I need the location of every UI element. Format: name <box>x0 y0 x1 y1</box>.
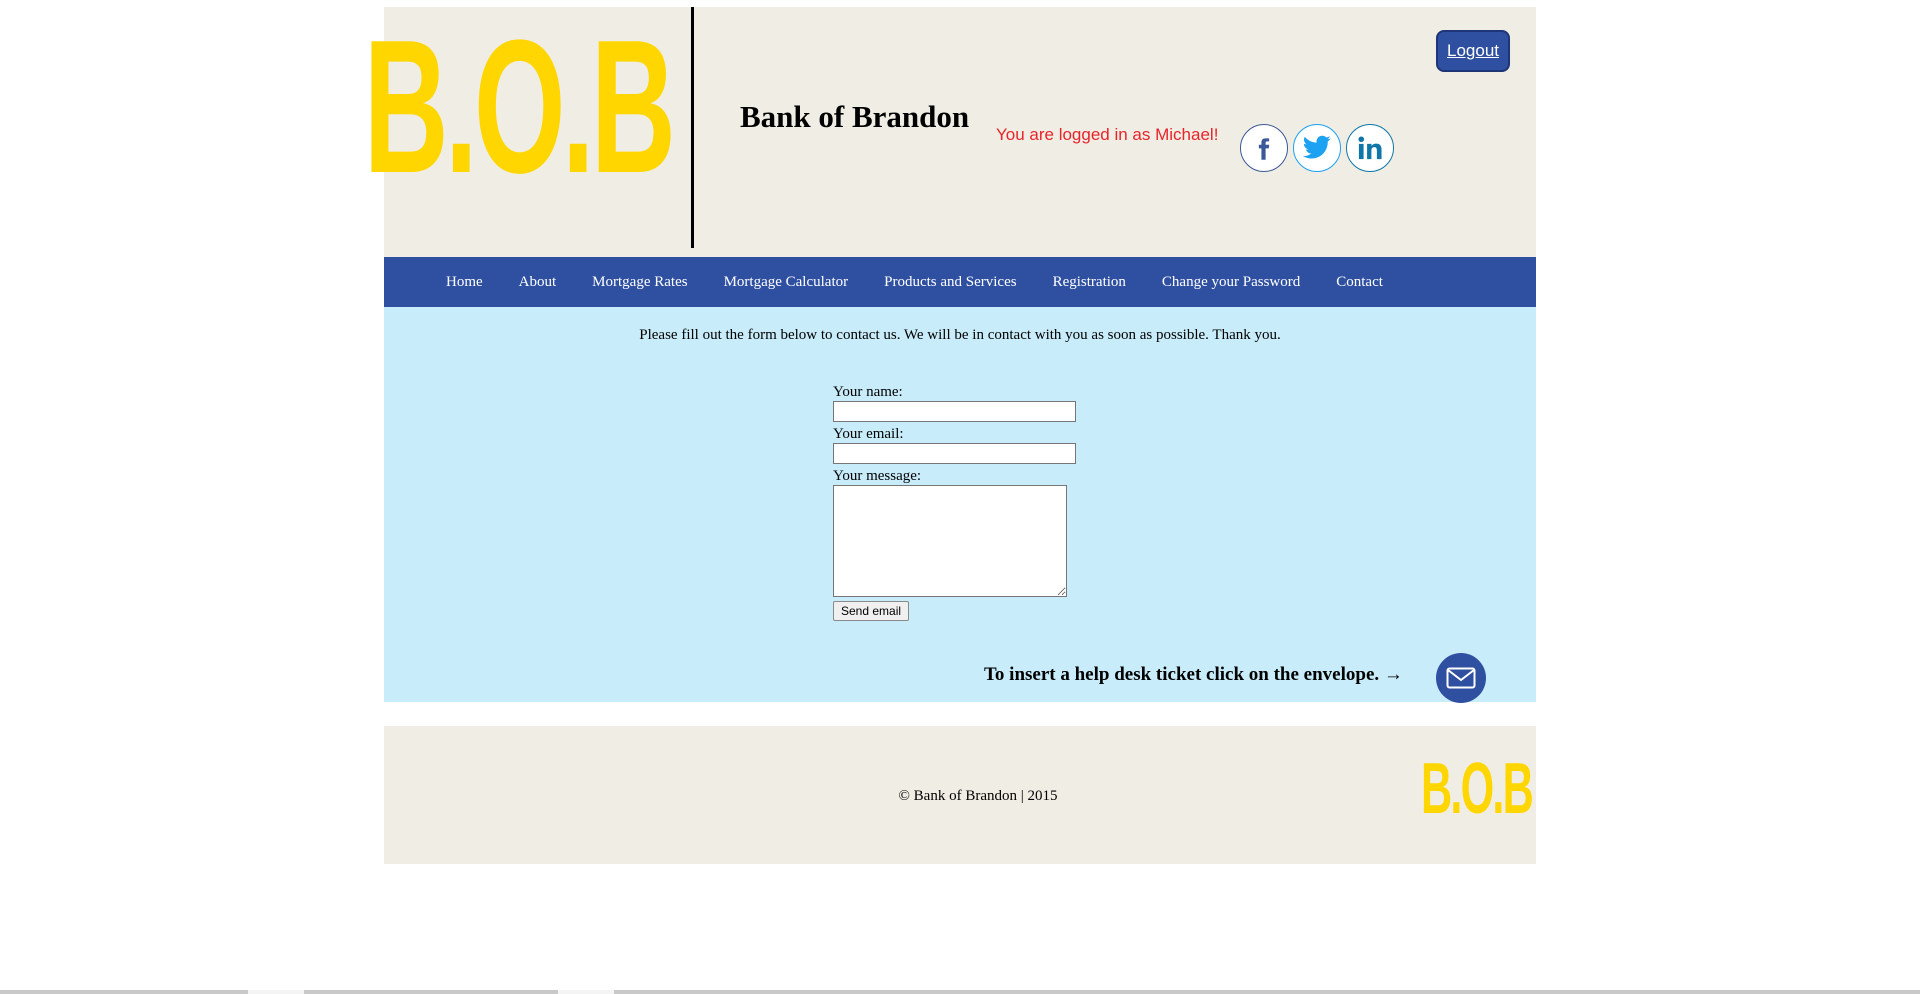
twitter-icon[interactable] <box>1293 124 1341 172</box>
page-container: B.O.B Bank of Brandon You are logged in … <box>364 7 1536 864</box>
nav-item-home[interactable]: Home <box>446 274 483 291</box>
email-label: Your email: <box>833 426 904 442</box>
logo-text: B.O.B <box>363 1 676 213</box>
envelope-icon[interactable] <box>1436 653 1486 703</box>
help-desk-instruction: To insert a help desk ticket click on th… <box>984 664 1403 685</box>
nav-item-products-and-services[interactable]: Products and Services <box>884 274 1016 291</box>
nav-item-mortgage-calculator[interactable]: Mortgage Calculator <box>724 274 849 291</box>
header-divider <box>691 7 694 248</box>
nav-item-registration[interactable]: Registration <box>1053 274 1126 291</box>
nav-item-change-password[interactable]: Change your Password <box>1162 274 1300 291</box>
facebook-icon[interactable] <box>1240 124 1288 172</box>
message-label: Your message: <box>833 468 922 484</box>
scrollbar-thumb[interactable] <box>248 990 304 994</box>
nav-item-about[interactable]: About <box>519 274 557 291</box>
scrollbar-thumb[interactable] <box>558 990 614 994</box>
nav-item-contact[interactable]: Contact <box>1336 274 1383 291</box>
email-field[interactable] <box>833 443 1076 464</box>
send-email-button[interactable]: Send email <box>833 601 910 621</box>
horizontal-scrollbar[interactable] <box>0 990 1920 994</box>
nav-item-mortgage-rates[interactable]: Mortgage Rates <box>592 274 687 291</box>
footer-logo-text: B.O.B <box>1420 749 1534 829</box>
message-field[interactable] <box>833 485 1067 597</box>
linkedin-icon[interactable] <box>1346 124 1394 172</box>
bank-title: Bank of Brandon <box>740 99 970 134</box>
name-label: Your name: <box>833 384 903 400</box>
copyright-text: © Bank of Brandon | 2015 <box>898 788 1058 804</box>
main-nav: Home About Mortgage Rates Mortgage Calcu… <box>384 257 1536 307</box>
site-header: B.O.B Bank of Brandon You are logged in … <box>364 7 1536 257</box>
site-footer: © Bank of Brandon | 2015 B.O.B <box>384 726 1536 864</box>
logout-button[interactable]: Logout <box>1436 30 1510 72</box>
bob-logo: B.O.B <box>364 7 676 207</box>
contact-form: Your name: Your email: Your message: Sen… <box>833 385 1076 621</box>
contact-intro: Please fill out the form below to contac… <box>639 327 1281 343</box>
contact-section: Please fill out the form below to contac… <box>384 307 1536 703</box>
name-field[interactable] <box>833 401 1076 422</box>
login-status: You are logged in as Michael! <box>996 125 1219 144</box>
footer-logo: B.O.B <box>1421 753 1534 825</box>
